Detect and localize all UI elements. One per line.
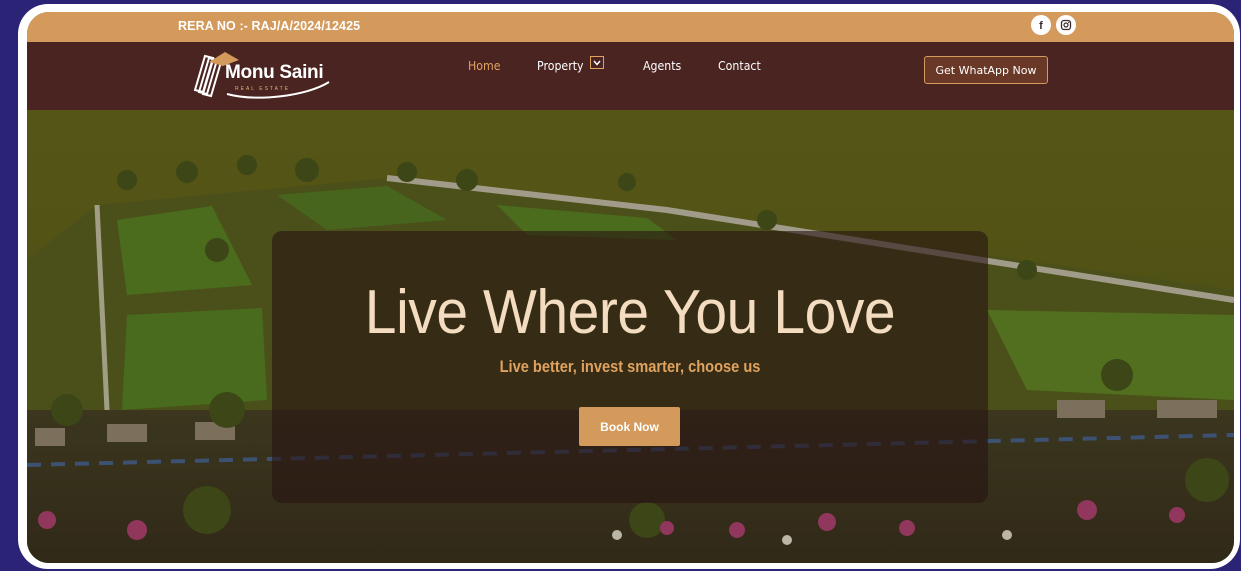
- chevron-down-icon: [593, 60, 601, 66]
- instagram-icon[interactable]: [1056, 15, 1076, 35]
- nav-agents[interactable]: Agents: [643, 58, 681, 73]
- nav-property[interactable]: Property: [537, 58, 584, 73]
- nav-contact[interactable]: Contact: [718, 58, 761, 73]
- logo-text: Monu Saini: [225, 62, 324, 83]
- hero-headline: Live Where You Love: [364, 278, 896, 347]
- main-nav: Monu Saini REAL ESTATE Home Property Age…: [27, 42, 1234, 110]
- rera-number: RERA NO :- RAJ/A/2024/12425: [178, 19, 361, 33]
- property-dropdown-toggle[interactable]: [590, 56, 604, 69]
- get-whatsapp-button[interactable]: Get WhatApp Now: [924, 56, 1048, 84]
- browser-frame: RERA NO :- RAJ/A/2024/12425 f Monu Saini…: [18, 4, 1240, 569]
- site-logo[interactable]: Monu Saini REAL ESTATE: [187, 46, 337, 102]
- svg-text:f: f: [1039, 20, 1043, 31]
- logo-subtext: REAL ESTATE: [235, 86, 290, 92]
- facebook-icon[interactable]: f: [1031, 15, 1051, 35]
- nav-home[interactable]: Home: [468, 58, 500, 73]
- top-bar: RERA NO :- RAJ/A/2024/12425 f: [27, 12, 1234, 42]
- web-page: RERA NO :- RAJ/A/2024/12425 f Monu Saini…: [27, 12, 1234, 563]
- hero-subheadline: Live better, invest smarter, choose us: [499, 357, 761, 376]
- hero-section: Live Where You Love Live better, invest …: [27, 110, 1234, 563]
- book-now-button[interactable]: Book Now: [579, 407, 680, 446]
- hero-overlay-card: Live Where You Love Live better, invest …: [272, 231, 988, 503]
